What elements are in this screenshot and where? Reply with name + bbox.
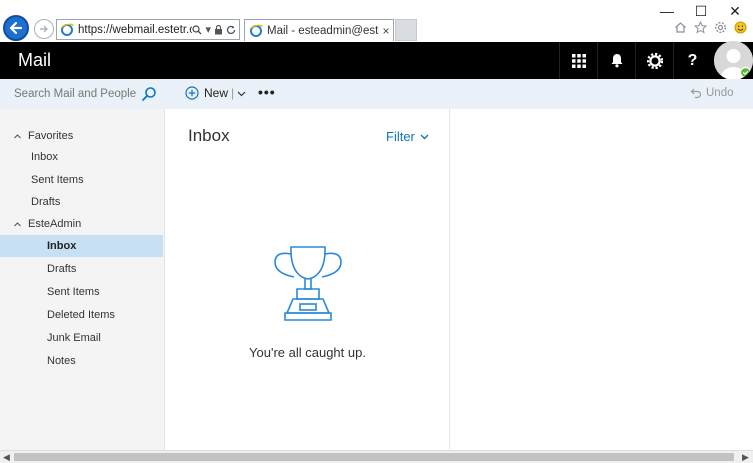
- folder-pane: Favorites Inbox Sent Items Drafts EsteAd…: [0, 109, 165, 450]
- ie-icon: [60, 23, 74, 36]
- folder-item-drafts[interactable]: Drafts: [0, 258, 163, 280]
- chevron-up-icon[interactable]: [13, 220, 22, 229]
- smiley-icon[interactable]: [733, 20, 747, 34]
- app-launcher-icon: [571, 53, 586, 68]
- refresh-icon[interactable]: [226, 25, 236, 35]
- folder-item-deleted-items[interactable]: Deleted Items: [0, 304, 163, 326]
- search-input[interactable]: Search Mail and People: [0, 79, 165, 109]
- ie-icon: [249, 24, 263, 37]
- scroll-right-icon[interactable]: ▶: [742, 452, 749, 463]
- browser-tab[interactable]: Mail - esteadmin@estetr.co... ×: [244, 19, 394, 41]
- search-dropdown-icon[interactable]: [192, 24, 202, 35]
- new-separator: |: [231, 86, 235, 100]
- browser-toolbar-icons: [673, 20, 747, 34]
- browser-chrome: https://webmail.estetr.com/ ▾ Mail - est…: [0, 0, 753, 42]
- plus-circle-icon: [185, 86, 199, 100]
- undo-icon: [690, 88, 702, 99]
- favorite-item-inbox[interactable]: Inbox: [0, 146, 163, 168]
- help-icon: ?: [687, 51, 698, 69]
- settings-button[interactable]: [635, 42, 673, 79]
- forward-button[interactable]: [34, 19, 54, 39]
- chevron-up-icon[interactable]: [13, 132, 22, 141]
- filter-label: Filter: [386, 129, 415, 144]
- star-icon[interactable]: [693, 20, 707, 34]
- help-button[interactable]: ?: [673, 42, 711, 79]
- bell-icon: [611, 54, 622, 68]
- minimize-button[interactable]: —: [658, 3, 676, 19]
- back-button[interactable]: [3, 15, 29, 41]
- lock-icon[interactable]: [214, 24, 223, 35]
- folder-item-junk-email[interactable]: Junk Email: [0, 327, 163, 349]
- folder-label: Inbox: [47, 240, 77, 252]
- chevron-down-icon[interactable]: [237, 89, 246, 98]
- empty-state-message: You're all caught up.: [249, 345, 366, 360]
- maximize-button[interactable]: ☐: [692, 3, 710, 20]
- trophy-icon: [274, 246, 342, 321]
- new-message-button[interactable]: New |: [185, 86, 246, 100]
- message-list: Inbox Filter You're all caught up.: [165, 109, 450, 450]
- tab-close-icon[interactable]: ×: [379, 24, 393, 38]
- gear-icon: [646, 52, 663, 69]
- settings-gear-icon[interactable]: [713, 20, 727, 34]
- folder-label: Drafts: [31, 196, 61, 208]
- undo-button[interactable]: Undo: [690, 87, 734, 99]
- undo-label: Undo: [706, 87, 734, 99]
- more-actions-button[interactable]: •••: [258, 84, 276, 100]
- folder-label: Sent Items: [31, 174, 84, 186]
- app-launcher-button[interactable]: [559, 42, 597, 79]
- folder-label: Deleted Items: [47, 309, 115, 321]
- folder-item-sent-items[interactable]: Sent Items: [0, 281, 163, 303]
- favorite-item-sent-items[interactable]: Sent Items: [0, 169, 163, 191]
- arrow-right-icon: [40, 25, 48, 33]
- folder-label: Drafts: [47, 263, 77, 275]
- mail-header: Mail ?: [0, 42, 753, 79]
- url-text: https://webmail.estetr.com/: [78, 23, 193, 36]
- search-placeholder: Search Mail and People: [14, 88, 137, 100]
- favorites-label: Favorites: [28, 130, 74, 142]
- page-title: Inbox: [188, 126, 230, 145]
- scrollbar-thumb[interactable]: [14, 453, 734, 461]
- folder-label: Notes: [47, 355, 76, 367]
- new-tab-button[interactable]: [395, 19, 417, 41]
- dropdown-arrow-icon[interactable]: ▾: [205, 23, 211, 36]
- favorite-item-drafts[interactable]: Drafts: [0, 191, 163, 213]
- app-name: Mail: [18, 50, 52, 70]
- tab-title: Mail - esteadmin@estetr.co...: [267, 24, 379, 37]
- reading-pane: [450, 109, 753, 450]
- folder-label: Sent Items: [47, 286, 100, 298]
- folder-label: Junk Email: [47, 332, 101, 344]
- account-group[interactable]: EsteAdmin: [0, 213, 163, 235]
- favorites-group[interactable]: Favorites: [0, 125, 163, 147]
- avatar[interactable]: [714, 41, 753, 80]
- folder-item-inbox[interactable]: Inbox: [0, 235, 163, 257]
- horizontal-scrollbar[interactable]: ◀ ▶: [0, 450, 753, 463]
- home-icon[interactable]: [673, 20, 687, 34]
- folder-item-notes[interactable]: Notes: [0, 350, 163, 372]
- filter-button[interactable]: Filter: [386, 129, 429, 144]
- address-bar[interactable]: https://webmail.estetr.com/ ▾: [56, 19, 240, 40]
- folder-label: Inbox: [31, 151, 58, 163]
- chevron-down-icon: [420, 134, 429, 140]
- notifications-button[interactable]: [597, 42, 635, 79]
- account-label: EsteAdmin: [28, 218, 82, 230]
- close-window-button[interactable]: ✕: [726, 3, 744, 20]
- new-label: New: [204, 86, 229, 100]
- arrow-left-icon: [9, 21, 23, 35]
- scroll-left-icon[interactable]: ◀: [3, 452, 10, 463]
- search-icon[interactable]: [141, 86, 157, 102]
